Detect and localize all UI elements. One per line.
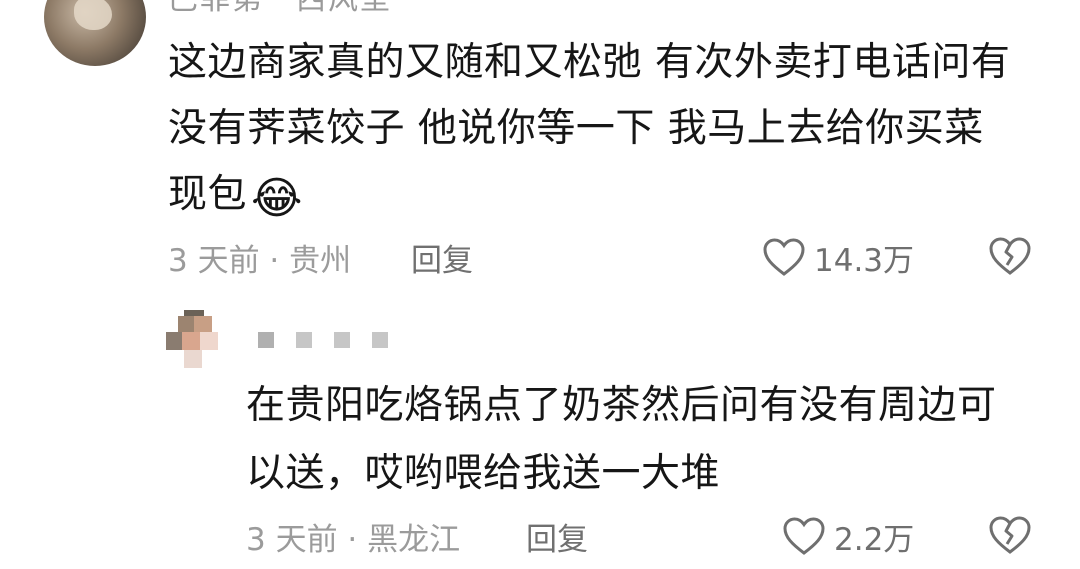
reply-dislike-button[interactable] bbox=[988, 515, 1032, 559]
reply-like-button[interactable]: 2.2万 bbox=[782, 511, 914, 561]
reply-text-line: 在贵阳吃烙锅点了奶茶然后问有没有周边可 bbox=[246, 383, 997, 428]
like-button[interactable]: 14.3万 bbox=[762, 232, 914, 282]
avatar-pixel bbox=[178, 316, 194, 332]
broken-heart-icon bbox=[989, 516, 1031, 554]
reply-username-pixelated[interactable] bbox=[258, 332, 388, 348]
pixel-block bbox=[296, 332, 312, 348]
reply-avatar[interactable] bbox=[166, 310, 222, 368]
reply-reply-area: 回复 bbox=[526, 511, 588, 561]
reply-time-location: 3 天前 · 黑龙江 bbox=[246, 521, 461, 558]
avatar[interactable] bbox=[44, 0, 146, 66]
comment-reply-area: 回复 bbox=[411, 232, 473, 282]
comment-text-line: 没有荠菜饺子 他说你等一下 我马上去给你买菜 bbox=[168, 106, 984, 151]
avatar-image bbox=[74, 0, 112, 30]
comment-body: 这边商家真的又随和又松弛 有次外卖打电话问有 没有荠菜饺子 他说你等一下 我马上… bbox=[168, 30, 1048, 228]
dislike-button[interactable] bbox=[988, 236, 1032, 280]
reply-text-line: 以送，哎哟喂给我送一大堆 bbox=[246, 451, 721, 496]
comment-username[interactable]: 巴菲第一西风垒 bbox=[168, 0, 392, 18]
heart-outline-icon bbox=[763, 238, 805, 276]
reply-body: 在贵阳吃烙锅点了奶茶然后问有没有周边可 以送，哎哟喂给我送一大堆 bbox=[246, 372, 1046, 508]
comment-thread: 巴菲第一西风垒 这边商家真的又随和又松弛 有次外卖打电话问有 没有荠菜饺子 他说… bbox=[0, 0, 1080, 569]
pixel-block bbox=[334, 332, 350, 348]
reply-button[interactable]: 回复 bbox=[411, 235, 473, 280]
comment-text-line: 现包😂 bbox=[168, 162, 1048, 228]
laughing-tears-emoji: 😂 bbox=[251, 173, 303, 224]
avatar-pixel bbox=[194, 316, 212, 332]
avatar-pixel bbox=[166, 332, 182, 350]
broken-heart-icon bbox=[989, 237, 1031, 275]
pixel-block bbox=[258, 332, 274, 348]
avatar-pixel bbox=[184, 350, 202, 368]
comment-time-location: 3 天前 · 贵州 bbox=[168, 242, 352, 279]
heart-outline-icon bbox=[783, 517, 825, 555]
comment-text-segment: 现包 bbox=[168, 172, 248, 217]
avatar-pixel bbox=[200, 332, 218, 350]
pixel-block bbox=[372, 332, 388, 348]
like-count: 14.3万 bbox=[814, 242, 915, 279]
reply-reply-button[interactable]: 回复 bbox=[526, 514, 588, 559]
reply-like-count: 2.2万 bbox=[834, 521, 915, 558]
comment-text-line: 这边商家真的又随和又松弛 有次外卖打电话问有 bbox=[168, 40, 1011, 85]
comment-meta: 3 天前 · 贵州 bbox=[168, 232, 351, 282]
avatar-pixel bbox=[182, 332, 200, 350]
reply-meta: 3 天前 · 黑龙江 bbox=[246, 511, 460, 561]
